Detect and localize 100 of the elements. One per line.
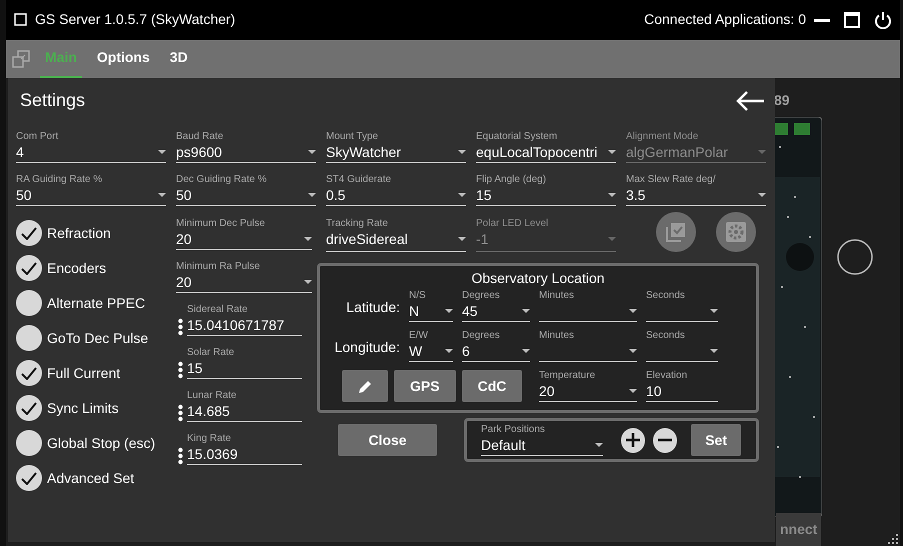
resize-grip-icon[interactable] [888, 534, 898, 544]
dropdown-field[interactable]: Mount Type SkyWatcher [326, 131, 466, 163]
stacked-check-icon [665, 221, 687, 243]
back-arrow-icon[interactable] [735, 90, 765, 112]
caret-icon [158, 193, 166, 197]
dropdown-field[interactable]: Minimum Ra Pulse 20 [176, 261, 312, 293]
coordinate-label: Latitude: [345, 298, 400, 317]
kebab-icon[interactable] [178, 447, 183, 465]
input-field[interactable]: Lunar Rate 14.685 [187, 390, 302, 422]
checkbox[interactable] [16, 430, 42, 456]
remove-button[interactable] [652, 428, 678, 452]
dropdown-field[interactable]: Max Slew Rate deg/ 3.5 [626, 174, 766, 206]
checkbox-label: Advanced Set [47, 468, 134, 488]
connected-applications-label: Connected Applications: 0 [644, 10, 806, 30]
caret-icon [629, 389, 637, 393]
caret-icon [445, 309, 453, 313]
caret-icon [710, 349, 718, 353]
plus-icon [626, 433, 640, 447]
caret-icon [710, 309, 718, 313]
input-field[interactable]: Solar Rate 15 [187, 347, 302, 379]
dropdown-field[interactable]: ST4 Guiderate 0.5 [326, 174, 466, 206]
dropdown-field[interactable]: Com Port 4 [16, 131, 166, 163]
caret-icon [629, 349, 637, 353]
edit-button[interactable] [342, 370, 388, 402]
caret-icon [458, 193, 466, 197]
dropdown-field[interactable]: Flip Angle (deg) 15 [476, 174, 616, 206]
set-button[interactable]: Set [691, 424, 742, 456]
kebab-icon[interactable] [178, 361, 183, 379]
dropdown-field[interactable]: Seconds [646, 330, 718, 362]
maximize-icon[interactable] [844, 12, 860, 28]
panel-title: Settings [20, 89, 86, 112]
caret-icon [522, 309, 530, 313]
input-field[interactable]: King Rate 15.0369 [187, 433, 302, 465]
settings-button[interactable] [716, 212, 756, 252]
checkbox[interactable] [16, 395, 42, 421]
checkbox-label: GoTo Dec Pulse [47, 328, 148, 348]
location-button[interactable]: GPS [394, 370, 456, 402]
caret-icon [608, 193, 616, 197]
checkbox-label: Sync Limits [47, 398, 119, 418]
check-icon [21, 472, 37, 484]
dropdown-field[interactable]: Minimum Dec Pulse 20 [176, 218, 312, 250]
caret-icon [608, 237, 616, 241]
dropdown-field[interactable]: Tracking Rate driveSidereal [326, 218, 466, 252]
caret-icon [758, 150, 766, 154]
number-label: 89 [774, 91, 790, 110]
dropdown-field[interactable]: Equatorial System equLocalTopocentri [476, 131, 616, 163]
check-all-button[interactable] [656, 212, 696, 252]
circle-handle-icon[interactable] [836, 238, 874, 276]
check-icon [21, 366, 37, 380]
dropdown-field[interactable]: Dec Guiding Rate % 50 [176, 174, 316, 206]
dropdown-field[interactable]: Seconds [646, 290, 718, 322]
pencil-icon [358, 380, 372, 394]
tab[interactable]: Options [92, 40, 155, 78]
checkbox[interactable] [16, 465, 42, 491]
kebab-icon[interactable] [178, 318, 183, 336]
dropdown-field[interactable]: Minutes [539, 330, 637, 362]
dropdown-field[interactable]: Minutes [539, 290, 637, 322]
dropdown-field[interactable]: Degrees 45 [462, 290, 530, 322]
dropdown-field[interactable]: E/W W [409, 330, 453, 362]
checkbox-label: Global Stop (esc) [47, 434, 156, 453]
caret-icon [308, 150, 316, 154]
checkbox[interactable] [16, 290, 42, 316]
checkbox-label: Full Current [47, 364, 120, 382]
checkbox-label: Encoders [47, 258, 106, 278]
checkbox[interactable] [16, 325, 42, 351]
check-icon [21, 402, 37, 414]
power-icon[interactable] [874, 10, 892, 29]
caret-icon [758, 193, 766, 197]
input-field[interactable]: Elevation 10 [646, 370, 718, 402]
caret-icon [458, 237, 466, 241]
location-button[interactable]: CdC [462, 370, 522, 402]
dropdown-field[interactable]: Temperature 20 [539, 370, 637, 402]
tab[interactable]: 3D [164, 40, 193, 78]
checkbox-label: Alternate PPEC [47, 294, 146, 312]
input-field[interactable]: Sidereal Rate 15.0410671787 [187, 304, 302, 336]
dropdown-field[interactable]: RA Guiding Rate % 50 [16, 174, 166, 206]
add-button[interactable] [620, 428, 645, 452]
caret-icon [608, 150, 616, 154]
caret-icon [458, 150, 466, 154]
check-icon [21, 262, 37, 274]
dropdown-field[interactable]: Baud Rate ps9600 [176, 131, 316, 163]
kebab-icon[interactable] [178, 404, 183, 422]
checkbox-label: Refraction [47, 224, 111, 242]
caret-icon [308, 193, 316, 197]
checkbox[interactable] [16, 220, 42, 246]
caret-icon [304, 237, 312, 241]
window-icon [14, 13, 27, 26]
caret-icon [594, 443, 603, 447]
check-icon [21, 226, 37, 240]
caret-icon [158, 150, 166, 154]
panel-title: Observatory Location [470, 269, 606, 288]
close-button[interactable]: Close [338, 424, 437, 456]
dropdown-field[interactable]: Park Positions Default [481, 424, 603, 456]
caret-icon [629, 309, 637, 313]
coordinate-label: Longitude: [334, 338, 400, 357]
caret-icon [304, 280, 312, 284]
checkbox[interactable] [16, 360, 42, 386]
dropdown-field[interactable]: N/S N [409, 290, 453, 322]
dropdown-field[interactable]: Degrees 6 [462, 330, 530, 362]
checkbox[interactable] [16, 255, 42, 281]
